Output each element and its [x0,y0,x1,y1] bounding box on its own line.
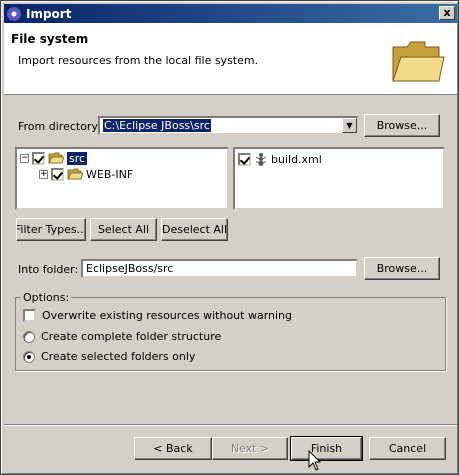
next-button[interactable]: Next > [212,437,288,460]
overwrite-label: Overwrite existing resources without war… [42,309,293,322]
file-label-build-xml: build.xml [271,152,322,166]
title-bar[interactable]: Import x [4,4,457,23]
collapse-icon[interactable]: − [20,153,29,163]
tree-label-src: src [67,151,88,165]
file-checkbox-build-xml[interactable] [238,152,251,166]
tree-item-web-inf[interactable]: + WEB-INF [39,166,133,182]
overwrite-checkbox[interactable] [23,309,36,322]
footer-separator [4,424,457,426]
file-list[interactable]: build.xml [233,147,445,210]
open-folder-icon [48,152,64,164]
filter-types-button[interactable]: Filter Types... [16,218,86,241]
folder-tree[interactable]: − src + WEB-INF [15,147,229,210]
back-button[interactable]: < Back [134,437,212,460]
selected-only-label: Create selected folders only [41,350,196,363]
selected-only-radio[interactable] [23,350,35,363]
into-folder-input[interactable]: EclipseJBoss/src [81,259,358,278]
mouse-pointer-icon [308,450,322,471]
complete-structure-option[interactable]: Create complete folder structure [23,330,221,343]
ant-file-icon [255,153,267,166]
overwrite-option[interactable]: Overwrite existing resources without war… [23,309,292,322]
file-item-build-xml[interactable]: build.xml [238,151,322,167]
finish-button[interactable]: Finish [290,436,363,461]
browse-from-directory-button[interactable]: Browse... [364,114,440,137]
wizard-header: File system Import resources from the lo… [4,23,457,95]
options-title: Options: [21,291,72,304]
open-folder-icon [67,168,83,180]
complete-structure-label: Create complete folder structure [41,330,222,343]
from-directory-combo[interactable]: C:\Eclipse JBoss\src ▼ [98,116,359,135]
chevron-down-icon[interactable]: ▼ [342,118,357,133]
into-folder-label: Into folder: [18,263,79,276]
eclipse-icon [7,6,21,21]
selected-only-option[interactable]: Create selected folders only [23,350,195,363]
deselect-all-button[interactable]: Deselect All [161,218,228,241]
import-dialog: Import x File system Import resources fr… [0,0,459,475]
tree-checkbox-web-inf[interactable] [51,167,64,181]
select-all-button[interactable]: Select All [90,218,157,241]
folder-icon [392,41,445,82]
browse-into-folder-button[interactable]: Browse... [364,257,440,280]
from-directory-label: From directory: [18,120,101,133]
tree-label-web-inf: WEB-INF [86,167,134,181]
close-button[interactable]: x [439,6,455,20]
cancel-button[interactable]: Cancel [369,437,446,460]
window-title: Import [26,6,72,21]
page-title: File system [11,32,89,46]
tree-item-src[interactable]: − src [20,150,88,166]
expand-icon[interactable]: + [39,169,48,179]
tree-checkbox-src[interactable] [32,151,45,165]
complete-structure-radio[interactable] [23,330,35,343]
page-description: Import resources from the local file sys… [18,54,259,67]
from-directory-value: C:\Eclipse JBoss\src [103,119,211,132]
